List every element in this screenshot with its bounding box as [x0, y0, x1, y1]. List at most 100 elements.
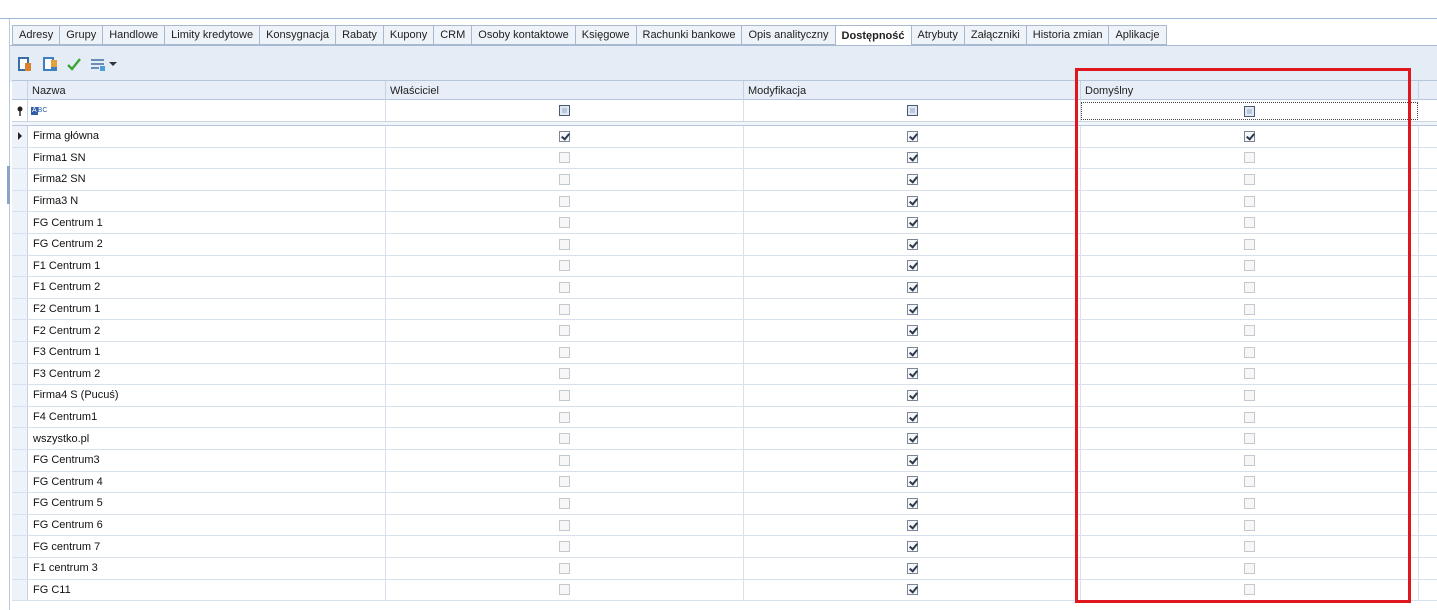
owner-cell[interactable] — [386, 320, 744, 341]
company-name-cell[interactable]: F3 Centrum 2 — [28, 363, 386, 385]
tab-załączniki[interactable]: Załączniki — [963, 25, 1026, 45]
default-cell[interactable] — [1081, 126, 1419, 147]
modify-filter-checkbox[interactable] — [906, 105, 918, 116]
owner-checkbox[interactable] — [559, 130, 570, 142]
owner-checkbox[interactable] — [559, 562, 570, 574]
row-indicator[interactable] — [12, 234, 28, 255]
table-row[interactable]: wszystko.pl — [12, 428, 1437, 450]
owner-checkbox[interactable] — [559, 368, 570, 380]
modify-checkbox[interactable] — [906, 260, 918, 272]
owner-checkbox[interactable] — [559, 476, 570, 488]
modify-checkbox[interactable] — [906, 411, 918, 423]
default-cell[interactable] — [1081, 190, 1419, 212]
modify-checkbox[interactable] — [906, 584, 918, 596]
modify-cell[interactable] — [744, 298, 1081, 320]
default-cell[interactable] — [1081, 450, 1419, 471]
owner-checkbox[interactable] — [559, 411, 570, 423]
table-row[interactable]: Firma2 SN — [12, 169, 1437, 191]
modify-cell[interactable] — [744, 471, 1081, 493]
default-cell[interactable] — [1081, 536, 1419, 557]
owner-filter-cell[interactable] — [386, 100, 744, 121]
owner-cell[interactable] — [386, 493, 744, 514]
default-checkbox[interactable] — [1244, 562, 1255, 574]
tab-rabaty[interactable]: Rabaty — [335, 25, 383, 45]
default-cell[interactable] — [1081, 342, 1419, 363]
tab-handlowe[interactable]: Handlowe — [102, 25, 165, 45]
modify-checkbox[interactable] — [906, 433, 918, 445]
row-indicator[interactable] — [12, 536, 28, 557]
tab-opis-analityczny[interactable]: Opis analityczny — [741, 25, 835, 45]
tab-atrybuty[interactable]: Atrybuty — [910, 25, 964, 45]
company-name-cell[interactable]: F3 Centrum 1 — [28, 342, 386, 363]
company-name-cell[interactable]: FG Centrum 6 — [28, 514, 386, 536]
table-row[interactable]: F3 Centrum 1 — [12, 342, 1437, 364]
layout-menu-icon[interactable] — [90, 56, 106, 72]
modify-cell[interactable] — [744, 579, 1081, 601]
tab-konsygnacja[interactable]: Konsygnacja — [259, 25, 336, 45]
default-checkbox[interactable] — [1244, 389, 1255, 401]
company-name-cell[interactable]: Firma3 N — [28, 190, 386, 212]
row-indicator[interactable] — [12, 212, 28, 233]
owner-cell[interactable] — [386, 558, 744, 579]
company-name-cell[interactable]: FG Centrum 1 — [28, 212, 386, 233]
company-name-cell[interactable]: FG C11 — [28, 579, 386, 601]
modify-checkbox[interactable] — [906, 368, 918, 380]
row-indicator[interactable] — [12, 320, 28, 341]
owner-cell[interactable] — [386, 255, 744, 277]
owner-cell[interactable] — [386, 363, 744, 385]
tab-historia-zmian[interactable]: Historia zmian — [1025, 25, 1109, 45]
row-indicator[interactable] — [12, 450, 28, 471]
table-row[interactable]: Firma1 SN — [12, 147, 1437, 170]
default-checkbox[interactable] — [1244, 433, 1255, 445]
company-name-cell[interactable]: F2 Centrum 2 — [28, 320, 386, 341]
modify-cell[interactable] — [744, 493, 1081, 514]
modify-cell[interactable] — [744, 234, 1081, 255]
owner-checkbox[interactable] — [559, 584, 570, 596]
default-cell[interactable] — [1081, 406, 1419, 428]
default-checkbox[interactable] — [1244, 195, 1255, 207]
row-indicator[interactable] — [12, 126, 28, 147]
tab-dostępność[interactable]: Dostępność — [834, 25, 911, 46]
owner-checkbox[interactable] — [559, 303, 570, 315]
table-row[interactable]: F1 Centrum 2 — [12, 277, 1437, 299]
default-cell[interactable] — [1081, 558, 1419, 579]
owner-checkbox[interactable] — [559, 346, 570, 358]
edit-icon[interactable] — [42, 56, 58, 72]
modify-cell[interactable] — [744, 190, 1081, 212]
default-cell[interactable] — [1081, 277, 1419, 298]
table-row[interactable]: FG Centrum3 — [12, 450, 1437, 472]
tab-adresy[interactable]: Adresy — [12, 25, 60, 45]
table-row[interactable]: F1 centrum 3 — [12, 558, 1437, 580]
default-checkbox[interactable] — [1244, 584, 1255, 596]
table-row[interactable]: F1 Centrum 1 — [12, 255, 1437, 278]
owner-cell[interactable] — [386, 126, 744, 147]
default-cell[interactable] — [1081, 385, 1419, 406]
company-name-cell[interactable]: wszystko.pl — [28, 428, 386, 449]
column-header-owner[interactable]: Właściciel — [386, 81, 744, 100]
default-cell[interactable] — [1081, 471, 1419, 493]
modify-checkbox[interactable] — [906, 195, 918, 207]
company-name-cell[interactable]: F1 Centrum 1 — [28, 255, 386, 277]
owner-checkbox[interactable] — [559, 325, 570, 337]
row-indicator[interactable] — [12, 579, 28, 601]
tab-limity-kredytowe[interactable]: Limity kredytowe — [164, 25, 260, 45]
modify-checkbox[interactable] — [906, 389, 918, 401]
owner-checkbox[interactable] — [559, 217, 570, 229]
default-cell[interactable] — [1081, 298, 1419, 320]
owner-cell[interactable] — [386, 536, 744, 557]
company-name-cell[interactable]: F1 centrum 3 — [28, 558, 386, 579]
row-indicator[interactable] — [12, 385, 28, 406]
table-row[interactable]: FG Centrum 2 — [12, 234, 1437, 256]
default-checkbox[interactable] — [1244, 346, 1255, 358]
owner-checkbox[interactable] — [559, 260, 570, 272]
default-checkbox[interactable] — [1244, 173, 1255, 185]
company-name-cell[interactable]: F2 Centrum 1 — [28, 298, 386, 320]
modify-cell[interactable] — [744, 169, 1081, 190]
owner-cell[interactable] — [386, 514, 744, 536]
modify-cell[interactable] — [744, 255, 1081, 277]
modify-checkbox[interactable] — [906, 346, 918, 358]
modify-checkbox[interactable] — [906, 238, 918, 250]
row-indicator[interactable] — [12, 471, 28, 493]
modify-checkbox[interactable] — [906, 217, 918, 229]
table-row[interactable]: FG Centrum 5 — [12, 493, 1437, 515]
